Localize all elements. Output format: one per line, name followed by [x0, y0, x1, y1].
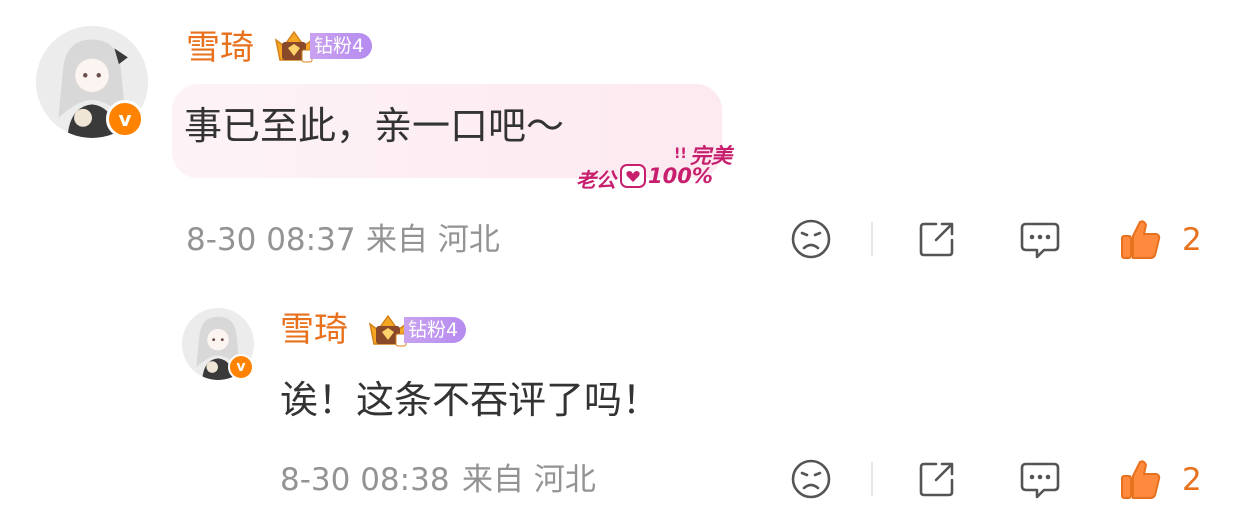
like-count: 2 [1182, 222, 1202, 258]
comment-location: 来自 河北 [462, 462, 596, 498]
repost-icon [919, 462, 954, 497]
comment-text: 诶！这条不吞评了吗！ [280, 378, 661, 422]
comment-icon [1020, 222, 1060, 259]
dislike-icon [791, 459, 831, 499]
like-button[interactable] [1118, 216, 1164, 262]
action-divider [871, 462, 873, 496]
dislike-icon [791, 219, 831, 259]
fan-badge-label: 钻粉4 [404, 317, 467, 343]
like-icon [1121, 460, 1161, 499]
fan-badge[interactable]: 钻粉4 [272, 30, 373, 63]
verified-badge-icon: v [106, 100, 144, 138]
sticker-line2-right: 100% [648, 164, 713, 188]
comment-location: 来自 河北 [366, 222, 500, 258]
action-divider [871, 222, 873, 256]
comment-button[interactable] [1018, 458, 1062, 502]
comment-text: 事已至此，亲一口吧～ [184, 104, 565, 148]
like-icon [1121, 220, 1161, 259]
like-count: 2 [1182, 462, 1202, 498]
repost-icon [919, 222, 954, 257]
repost-button[interactable] [916, 218, 958, 260]
dislike-button[interactable] [790, 458, 832, 500]
comment-time: 8-30 08:37 [186, 222, 356, 258]
comment-icon [1020, 462, 1060, 499]
fan-badge-label: 钻粉4 [310, 33, 373, 59]
like-button[interactable] [1118, 456, 1164, 502]
bubble-sticker: !! 完美 老公 100% [576, 142, 740, 192]
heart-icon [620, 164, 646, 188]
sticker-line2-left: 老公 [576, 168, 616, 192]
username[interactable]: 雪琦 [186, 28, 254, 68]
comment-item: v 雪琦 钻粉4 事已至此，亲一口吧～ !! 完美 老公 100% 8-30 0… [0, 0, 1239, 270]
dislike-button[interactable] [790, 218, 832, 260]
repost-button[interactable] [916, 458, 958, 500]
reply-item: v 雪琦 钻粉4 诶！这条不吞评了吗！ 8-30 08:38 来自 河北 2 [0, 290, 1239, 515]
comment-time: 8-30 08:38 [280, 462, 450, 498]
username[interactable]: 雪琦 [280, 310, 348, 350]
fan-badge[interactable]: 钻粉4 [366, 314, 467, 347]
comment-button[interactable] [1018, 218, 1062, 262]
verified-badge-icon: v [228, 354, 254, 380]
sticker-marks: !! [674, 146, 687, 162]
